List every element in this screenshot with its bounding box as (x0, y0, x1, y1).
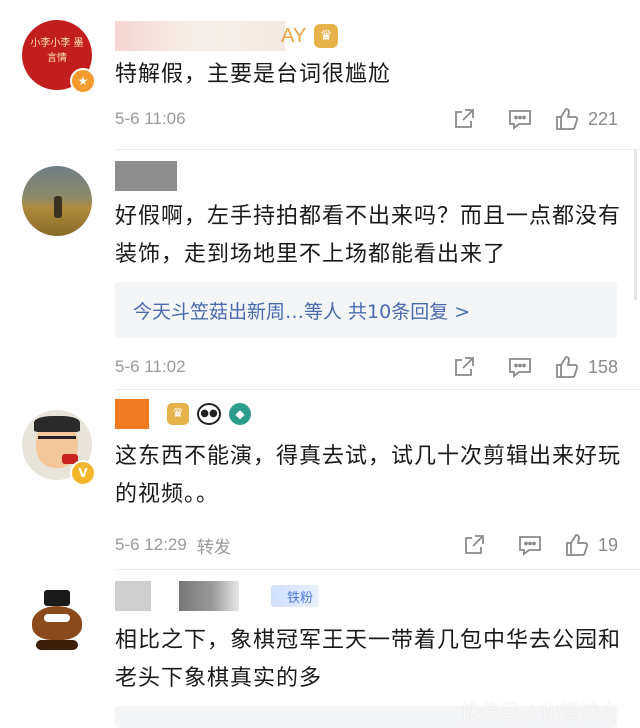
comment-icon[interactable] (502, 530, 558, 560)
crown-badge-icon: ♛ (314, 24, 339, 48)
reply-summary[interactable]: 今天斗笠菇出新周…等人 共10条回复 > (115, 282, 617, 338)
vip-badge-icon: ★ (70, 68, 96, 94)
action-bar: 221 (436, 104, 618, 134)
like-count: 158 (587, 356, 618, 377)
share-icon[interactable] (436, 352, 492, 382)
avatar-hat (44, 590, 70, 606)
avatar-eyes (44, 614, 70, 622)
fan-badge: 铁粉 (271, 585, 320, 607)
blurred-username (115, 399, 149, 429)
avatar[interactable] (22, 588, 92, 658)
username-suffix: AY (281, 24, 307, 47)
avatar[interactable] (22, 166, 92, 236)
avatar-hair (34, 416, 80, 432)
avatar-figure (54, 196, 62, 218)
blurred-username (115, 581, 151, 611)
thumbs-up-icon (556, 108, 578, 130)
vip-badge-icon: V (70, 460, 96, 486)
comment-text: 特解假，主要是台词很尴尬 (115, 62, 392, 87)
fan-badge-label: 铁粉 (287, 590, 314, 606)
action-bar: 158 (436, 352, 618, 382)
panda-badge-icon: ●● (197, 403, 221, 425)
timestamp: 5-6 12:29 (115, 535, 187, 554)
avatar-body (32, 606, 82, 640)
share-icon[interactable] (436, 104, 492, 134)
like-count: 19 (597, 534, 618, 555)
comment-text: 这东西不能演，得真去试，试几十次剪辑出来好玩的视频。。 (115, 444, 622, 507)
avatar-text: 小李小李 墨言情 (30, 38, 84, 64)
scrollbar[interactable] (634, 150, 637, 300)
comment-icon[interactable] (492, 104, 548, 134)
share-icon[interactable] (446, 530, 502, 560)
comment-1: 小李小李 墨言情 ★ AY ♛ 特解假，主要是台词很尴尬 5-6 11:06 2… (0, 0, 640, 150)
thumbs-up-icon (566, 534, 588, 556)
avatar-feet (36, 640, 78, 650)
blurred-username-2 (179, 581, 239, 611)
thumbs-up-icon (556, 356, 578, 378)
username-row[interactable]: 铁粉 (115, 580, 320, 612)
blurred-username (115, 21, 285, 51)
avatar-glasses (38, 436, 76, 449)
username-row[interactable]: ♛ ●● ◆ (115, 398, 251, 430)
username-row[interactable] (115, 160, 177, 192)
crown-badge-icon: ♛ (167, 403, 189, 425)
timestamp: 5-6 11:06 (115, 109, 186, 128)
blurred-username (115, 161, 177, 191)
like-button[interactable]: 221 (554, 106, 618, 132)
watermark: 快传号 / 化答妹力 (460, 699, 620, 723)
comment-text: 好假啊，左手持拍都看不出来吗？而且一点都没有装饰，走到场地里不上场都能看出来了 (115, 204, 622, 267)
timestamp: 5-6 11:02 (115, 357, 186, 376)
action-bar: 19 (446, 530, 618, 560)
username-row[interactable]: AY ♛ (115, 20, 339, 52)
like-button[interactable]: 19 (564, 532, 618, 558)
comment-text: 相比之下，象棋冠军王天一带着几包中华去公园和老头下象棋真实的多 (115, 628, 622, 691)
repost-link[interactable]: 转发 (197, 533, 231, 558)
comment-2: 好假啊，左手持拍都看不出来吗？而且一点都没有装饰，走到场地里不上场都能看出来了 … (0, 150, 640, 390)
comment-icon[interactable] (492, 352, 548, 382)
like-button[interactable]: 158 (554, 354, 618, 380)
diamond-badge-icon: ◆ (229, 403, 251, 425)
comment-3: V ♛ ●● ◆ 这东西不能演，得真去试，试几十次剪辑出来好玩的视频。。 5-6… (0, 390, 640, 570)
like-count: 221 (587, 108, 618, 129)
